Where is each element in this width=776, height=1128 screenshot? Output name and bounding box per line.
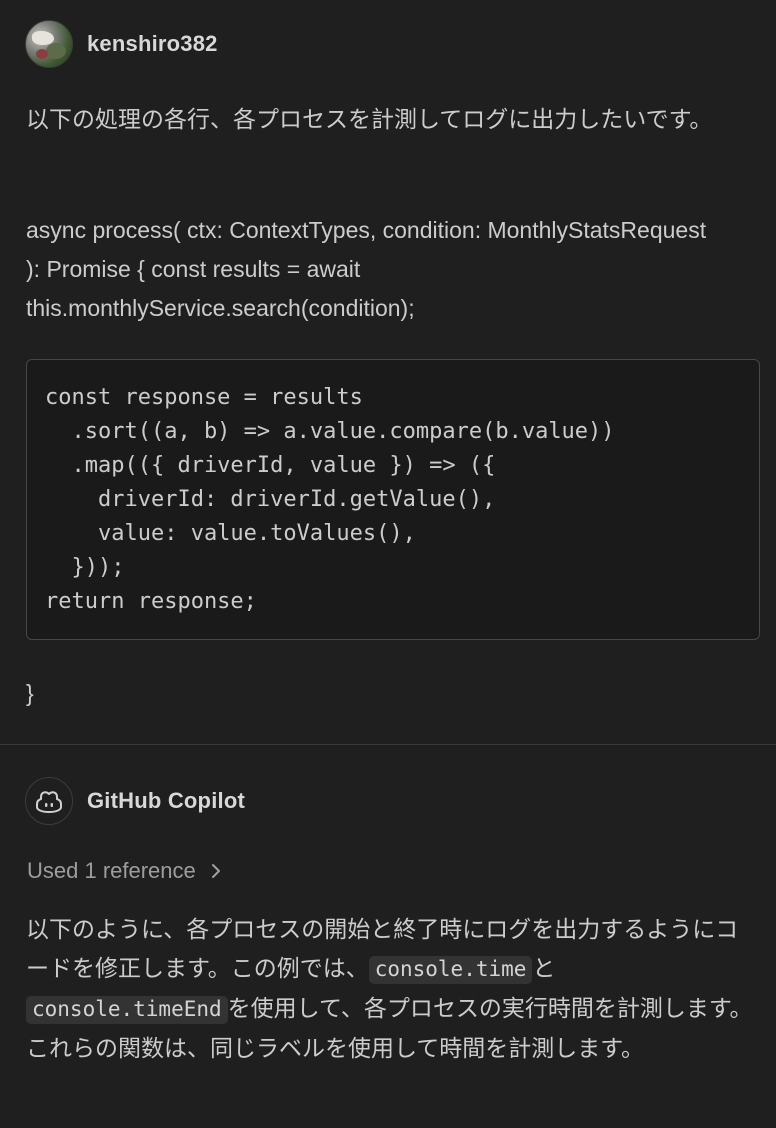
user-avatar[interactable] xyxy=(25,20,73,68)
assistant-name: GitHub Copilot xyxy=(87,788,245,813)
copilot-icon xyxy=(36,791,62,813)
references-label: Used 1 reference xyxy=(27,858,196,883)
chevron-right-icon xyxy=(210,862,222,880)
turn-divider xyxy=(0,744,776,745)
closing-brace: } xyxy=(26,680,34,706)
inline-code-console-timeend: console.timeEnd xyxy=(26,996,228,1024)
references-toggle[interactable]: Used 1 reference xyxy=(27,858,222,884)
inline-code-console-time: console.time xyxy=(368,956,533,984)
user-code-intro: async process( ctx: ContextTypes, condit… xyxy=(26,217,707,321)
user-message-text: 以下の処理の各行、各プロセスを計測してログに出力したいです。 xyxy=(26,106,713,132)
assistant-header: GitHub Copilot xyxy=(25,777,245,825)
reply-text-part2: と xyxy=(532,955,556,981)
username[interactable]: kenshiro382 xyxy=(87,31,218,57)
copilot-avatar xyxy=(25,777,73,825)
code-block[interactable]: const response = results .sort((a, b) =>… xyxy=(26,359,760,640)
code-block-content: const response = results .sort((a, b) =>… xyxy=(45,385,615,614)
assistant-reply: 以下のように、各プロセスの開始と終了時にログを出力するようにコードを修正します。… xyxy=(26,910,761,1068)
user-header: kenshiro382 xyxy=(25,20,218,68)
user-message: kenshiro382 以下の処理の各行、各プロセスを計測してログに出力したいで… xyxy=(0,0,776,744)
